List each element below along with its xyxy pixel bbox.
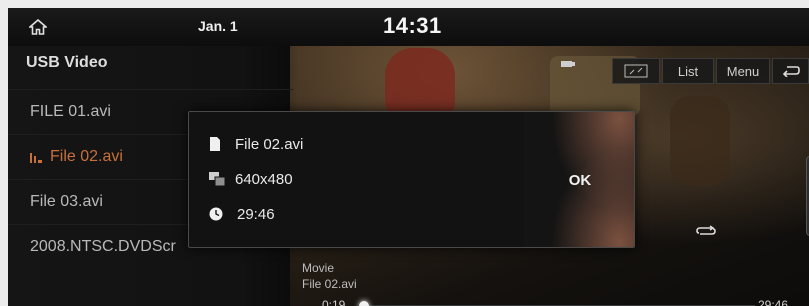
elapsed-time: 0:19: [322, 298, 346, 306]
ok-button-label: OK: [568, 172, 592, 189]
file-info-popup: File 02.avi 640x480 29:46 OK: [188, 111, 635, 248]
fullscreen-button[interactable]: [612, 58, 660, 84]
playing-equalizer-icon: [30, 152, 42, 163]
repeat-icon[interactable]: [695, 223, 717, 239]
usb-icon: [561, 61, 575, 67]
back-button[interactable]: [772, 58, 809, 84]
popup-file-name: File 02.avi: [235, 135, 304, 153]
file-icon: [210, 137, 220, 151]
file-name: FILE 01.avi: [30, 103, 111, 120]
panel-title: USB Video: [26, 54, 108, 71]
fullscreen-icon: [624, 64, 648, 78]
popup-length-row: 29:46: [209, 204, 275, 224]
popup-file-row: File 02.avi: [209, 134, 303, 154]
screen: Jan. 1 14:31 List Menu Movie File 02.avi…: [8, 8, 809, 306]
file-name: File 02.avi: [50, 148, 123, 165]
popup-resolution: 640x480: [235, 170, 293, 188]
status-bar: Jan. 1 14:31: [8, 8, 809, 46]
back-icon: [782, 66, 800, 77]
home-icon: [29, 19, 47, 35]
clock-display: 14:31: [383, 13, 442, 38]
clock-icon: [209, 207, 223, 221]
progress-knob[interactable]: [359, 301, 369, 306]
total-duration: 29:46: [758, 298, 789, 306]
resolution-icon: [209, 172, 225, 186]
now-playing-file: File 02.avi: [302, 277, 357, 291]
home-button[interactable]: [8, 8, 68, 46]
ok-button[interactable]: OK: [524, 112, 634, 247]
category-label: Movie: [302, 261, 335, 275]
popup-length: 29:46: [237, 205, 275, 223]
menu-button[interactable]: Menu: [716, 58, 770, 84]
file-name: File 03.avi: [30, 193, 103, 210]
popup-resolution-row: 640x480: [209, 169, 293, 189]
list-button[interactable]: List: [662, 58, 714, 84]
video-frame-detail: [385, 48, 455, 116]
date-display: Jan. 1: [198, 18, 238, 34]
file-name: 2008.NTSC.DVDScr: [30, 238, 176, 255]
video-frame-detail: [670, 96, 730, 186]
